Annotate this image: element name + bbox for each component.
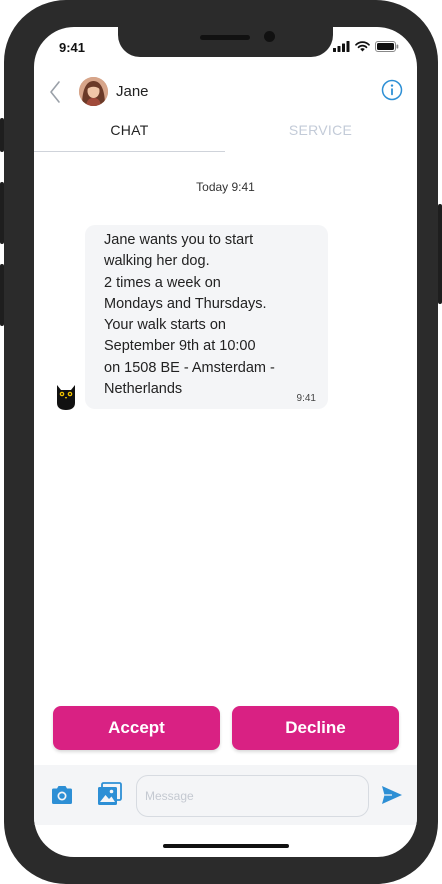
notch: [118, 27, 333, 57]
message-line: walking her dog.: [104, 253, 210, 270]
message-time: 9:41: [296, 393, 316, 404]
tab-service[interactable]: SERVICE: [225, 122, 416, 152]
contact-avatar[interactable]: [79, 77, 108, 106]
avatar-image: [79, 77, 108, 106]
info-icon: [381, 79, 403, 101]
chevron-left-icon: [50, 81, 60, 103]
message-line: on 1508 BE - Amsterdam -: [104, 359, 275, 376]
message-line: Mondays and Thursdays.: [104, 295, 267, 312]
accept-button[interactable]: Accept: [53, 706, 220, 750]
chat-header: Jane: [34, 72, 417, 112]
volume-up-button: [0, 182, 4, 244]
silent-switch: [0, 118, 4, 152]
send-icon[interactable]: [381, 785, 403, 805]
message-line: September 9th at 10:00: [104, 338, 256, 355]
info-button[interactable]: [381, 79, 403, 101]
message-line: Netherlands: [104, 381, 183, 398]
tab-chat[interactable]: CHAT: [34, 122, 225, 152]
wifi-icon: [355, 41, 370, 52]
signal-icon: [333, 41, 350, 52]
speaker: [200, 35, 250, 40]
message-composer: [34, 765, 417, 825]
battery-icon: [375, 41, 399, 52]
message-input[interactable]: [136, 775, 369, 817]
back-button[interactable]: [46, 78, 64, 106]
screen: 9:41 Jane CHAT SERVICE Today 9:41 Jane w…: [34, 27, 417, 857]
power-button: [438, 204, 442, 304]
phone-frame: 9:41 Jane CHAT SERVICE Today 9:41 Jane w…: [0, 0, 442, 884]
message-line: Your walk starts on: [104, 317, 226, 334]
contact-name: Jane: [116, 83, 149, 100]
status-time: 9:41: [59, 40, 86, 55]
date-separator: Today 9:41: [196, 180, 255, 194]
message-text: Jane wants you to start walking her dog.…: [104, 230, 314, 400]
camera-icon[interactable]: [50, 785, 74, 805]
message-bubble: Jane wants you to start walking her dog.…: [85, 225, 328, 409]
status-icons: [333, 41, 399, 52]
message-line: Jane wants you to start: [104, 232, 254, 248]
volume-down-button: [0, 264, 4, 326]
message-line: 2 times a week on: [104, 274, 221, 291]
home-indicator: [163, 844, 289, 848]
front-camera: [264, 31, 275, 42]
image-icon[interactable]: [97, 782, 122, 806]
decline-button[interactable]: Decline: [232, 706, 399, 750]
tab-bar: CHAT SERVICE: [34, 122, 417, 152]
owl-icon: [57, 385, 75, 410]
